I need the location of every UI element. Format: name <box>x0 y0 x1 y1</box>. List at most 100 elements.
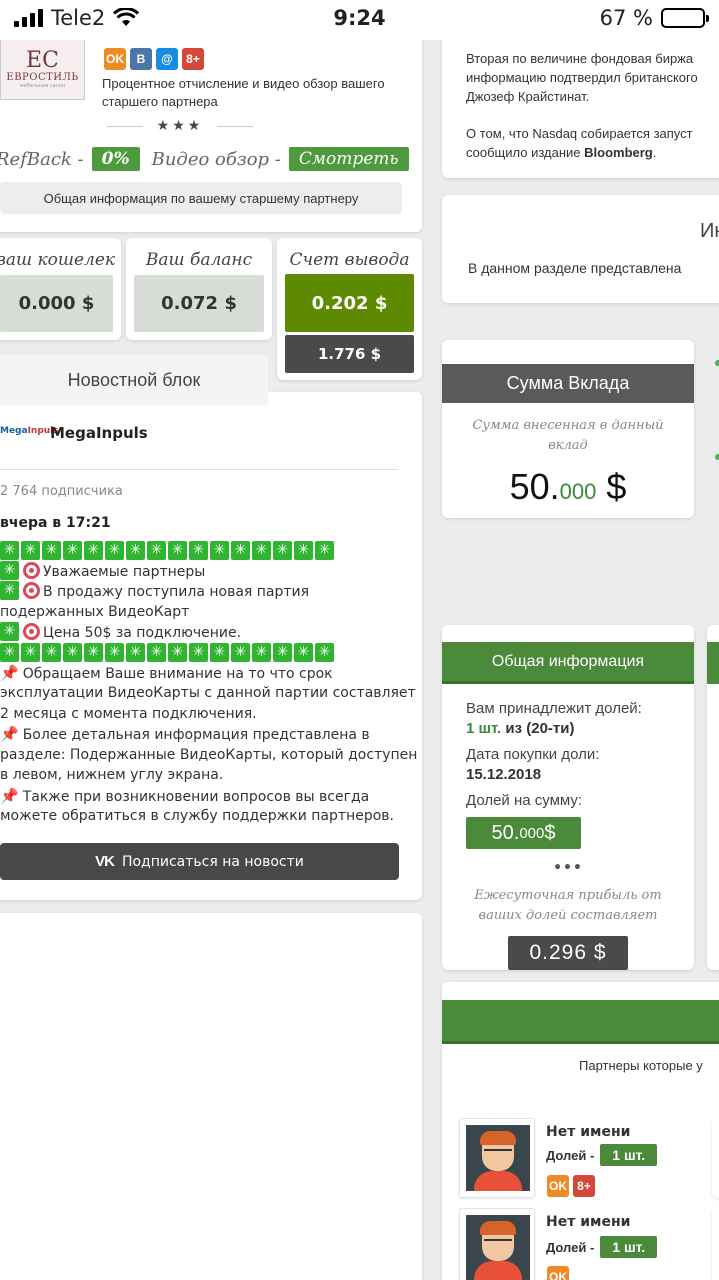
news-line: подержанных ВидеоКарт <box>0 604 190 620</box>
news-line: в левом, нижнем углу экрана. <box>0 767 224 783</box>
pin-icon: 📌 <box>0 664 19 682</box>
info-section-title: Ин <box>700 220 719 242</box>
daily-profit-text: Ежесуточная прибыль от ваших долей соста… <box>474 888 662 923</box>
wallet-value: 0.000 $ <box>0 275 113 332</box>
referral-shares: Долей -1 шт. <box>546 1236 658 1258</box>
emoji-separator <box>0 643 334 662</box>
deposit-description: Сумма внесенная в данный вклад <box>472 418 664 453</box>
mail-icon[interactable]: @ <box>156 48 178 70</box>
target-icon <box>23 623 40 640</box>
partner-rating: ★★★ <box>102 118 258 134</box>
subscribe-news-button[interactable]: VK Подписаться на новости <box>0 843 399 880</box>
logo-sub: мебельная салон <box>19 82 66 89</box>
indicator-dot <box>715 454 719 460</box>
balance-value: 0.072 $ <box>134 275 264 332</box>
next-card-header <box>707 642 719 684</box>
news-line: В продажу поступила новая партия <box>0 581 309 602</box>
google-plus-icon[interactable]: 8+ <box>573 1175 595 1197</box>
odnoklassniki-icon[interactable]: OK <box>547 1266 569 1280</box>
referrals-text: Партнеры которые у <box>579 1058 703 1073</box>
partner-social-links: OK B @ 8+ <box>104 48 204 70</box>
avatar[interactable] <box>459 1208 535 1280</box>
target-icon <box>23 582 40 599</box>
refback-value: 0% <box>91 147 140 171</box>
rating-stars: ★★★ <box>156 118 204 134</box>
vk-icon: VK <box>95 853 115 870</box>
news-line: 📌 Обращаем Ваше внимание на то что срок <box>0 664 333 682</box>
vk-icon[interactable]: B <box>130 48 152 70</box>
subscribe-label: Подписаться на новости <box>121 853 304 870</box>
partner-general-info-button[interactable]: Общая информация по вашему старшему парт… <box>0 182 402 214</box>
battery-icon <box>661 8 709 28</box>
purchase-date-value: 15.12.2018 <box>466 766 542 783</box>
sparkle-icon <box>0 581 19 600</box>
sum-label: Долей на сумму: <box>466 792 583 809</box>
battery-percent: 67 % <box>599 6 653 30</box>
watch-video-button[interactable]: Смотреть <box>288 147 409 171</box>
next-referral-edge <box>712 1118 719 1198</box>
logo-brand: ЕВРОСТИЛЬ <box>6 71 79 83</box>
withdraw-box: Счет вывода 0.202 $ 1.776 $ <box>277 238 422 380</box>
withdraw-value[interactable]: 0.202 $ <box>285 274 414 332</box>
referral-social-links: OK <box>547 1266 569 1280</box>
subscriber-count: 2 764 подписчика <box>0 484 123 499</box>
daily-profit-value: 0.296 $ <box>508 936 628 970</box>
referral-shares: Долей -1 шт. <box>546 1144 658 1166</box>
partner-logo: ЕС ЕВРОСТИЛЬ мебельная салон <box>0 38 85 100</box>
news-line: Цена 50$ за подключение. <box>0 622 241 643</box>
pin-icon: 📌 <box>0 787 19 805</box>
purchase-date-label: Дата покупки доли: <box>466 746 600 763</box>
partner-description: Процентное отчисление и видео обзор ваше… <box>102 76 385 109</box>
info-section-text: В данном разделе представлена <box>468 260 682 276</box>
news-source-name[interactable]: MegaInpuls <box>50 424 148 442</box>
wallet-title: ваш кошелек <box>0 250 116 270</box>
logo-monogram: ЕС <box>26 47 59 73</box>
shares-value: 1 шт. из (20-ти) <box>466 720 575 737</box>
news-line: 📌 Более детальная информация представлена… <box>0 725 370 743</box>
separator-dots: ••• <box>553 860 583 876</box>
refback-label: RefBack - <box>0 148 84 170</box>
divider <box>0 469 398 470</box>
logo-part-a: Mega <box>0 426 28 436</box>
referrals-header <box>442 1000 719 1044</box>
video-label: Видео обзор - <box>151 148 281 170</box>
withdraw-extra-value: 1.776 $ <box>285 335 414 373</box>
target-icon <box>23 562 40 579</box>
shares-label: Вам принадлежит долей: <box>466 700 642 717</box>
info-section-card <box>442 195 719 303</box>
general-info-title: Общая информация <box>442 642 694 684</box>
news-line: разделе: Подержанные ВидеоКарты, который… <box>0 747 418 763</box>
referral-social-links: OK 8+ <box>547 1175 595 1197</box>
news-line: 2 месяца с момента подключения. <box>0 706 257 722</box>
news-line: Уважаемые партнеры <box>0 561 205 582</box>
news-line: эксплуатации ВидеоКарты с данной партии … <box>0 685 416 701</box>
news-line: 📌 Также при возникновении вопросов вы все… <box>0 787 370 805</box>
refback-row: RefBack - 0% Видео обзор - Смотреть <box>0 147 409 171</box>
news-line: можете обратиться в службу поддержки пар… <box>0 808 394 824</box>
referral-name: Нет имени <box>546 1214 631 1230</box>
empty-card <box>0 913 422 1280</box>
avatar[interactable] <box>459 1118 535 1198</box>
article-text: Вторая по величине фондовая биржа информ… <box>466 51 698 160</box>
indicator-dot <box>715 360 719 366</box>
balance-title: Ваш баланс <box>145 250 253 270</box>
withdraw-title: Счет вывода <box>289 250 410 270</box>
wallet-box: ваш кошелек 0.000 $ <box>0 238 121 340</box>
odnoklassniki-icon[interactable]: OK <box>547 1175 569 1197</box>
emoji-separator <box>0 541 334 560</box>
battery-status: 67 % <box>599 6 709 30</box>
tab-news[interactable]: Новостной блок <box>0 355 268 405</box>
deposit-sum: 50.000 $ <box>509 466 627 507</box>
sparkle-icon <box>0 561 19 580</box>
sparkle-icon <box>0 622 19 641</box>
shares-sum: 50. 000 $ <box>466 817 581 849</box>
deposit-title: Сумма Вклада <box>442 364 694 403</box>
referral-name: Нет имени <box>546 1124 631 1140</box>
google-plus-icon[interactable]: 8+ <box>182 48 204 70</box>
odnoklassniki-icon[interactable]: OK <box>104 48 126 70</box>
post-time: вчера в 17:21 <box>0 515 111 531</box>
pin-icon: 📌 <box>0 725 19 743</box>
next-referral-edge <box>712 1208 719 1280</box>
status-bar: Tele2 9:24 67 % <box>0 0 719 40</box>
balance-box: Ваш баланс 0.072 $ <box>126 238 272 340</box>
